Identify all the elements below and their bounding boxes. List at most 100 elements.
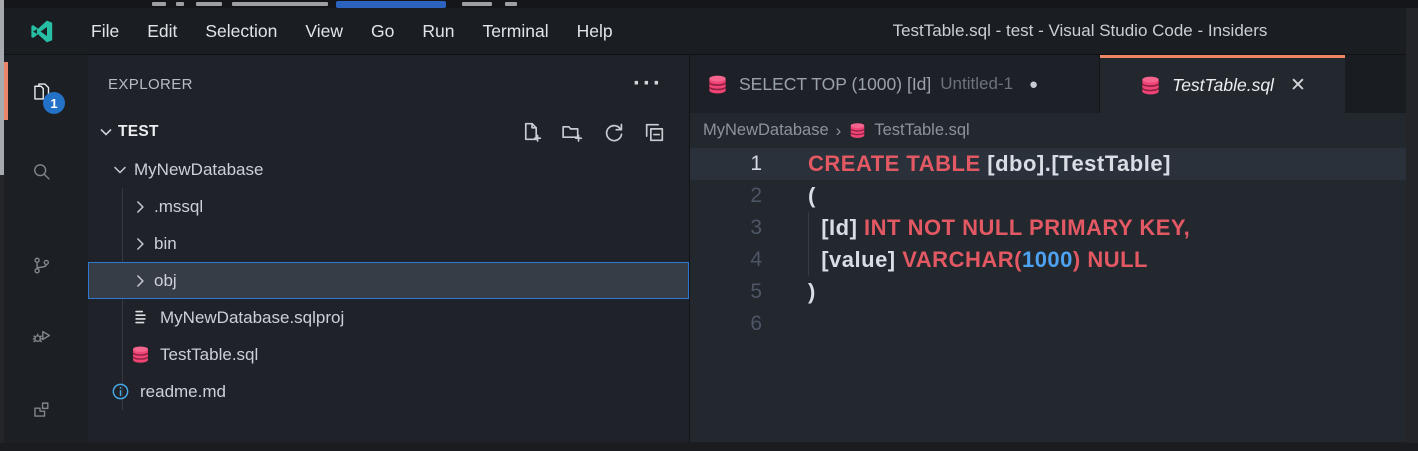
sqlproj-icon <box>130 307 151 328</box>
background-fragment <box>505 2 517 6</box>
editor-tab-select-top-1000-id-[interactable]: SELECT TOP (1000) [Id] Untitled-1 ● <box>690 55 1100 113</box>
code-token: 1000 <box>1022 247 1073 272</box>
menu-item-run[interactable]: Run <box>408 15 468 48</box>
tab-title: SELECT TOP (1000) [Id] <box>739 74 931 95</box>
database-icon <box>848 121 867 140</box>
code-text: CREATE TABLE [dbo].[TestTable] <box>808 148 1171 180</box>
screenshot-canvas: FileEditSelectionViewGoRunTerminalHelp T… <box>0 0 1418 451</box>
menu-item-edit[interactable]: Edit <box>133 15 191 48</box>
vscode-insiders-logo-icon <box>28 18 55 45</box>
tab-bar-filler <box>1345 55 1406 113</box>
background-window-sliver <box>0 0 1418 8</box>
code-token: VARCHAR( <box>902 247 1022 272</box>
tree-item-obj[interactable]: obj <box>88 262 689 299</box>
tree-item-testtable-sql[interactable]: TestTable.sql <box>88 336 689 373</box>
file-tree: MyNewDatabase .mssql bin obj MyNewDatabase.s… <box>88 151 689 410</box>
tree-item-readme-md[interactable]: readme.md <box>88 373 689 410</box>
tab-description: Untitled-1 <box>940 74 1013 94</box>
tree-item-label: .mssql <box>154 197 203 217</box>
line-number: 6 <box>690 308 775 340</box>
editor-tab-bar: SELECT TOP (1000) [Id] Untitled-1 ● TestTab… <box>690 55 1406 113</box>
menu-item-go[interactable]: Go <box>357 15 408 48</box>
breadcrumb-item-testtable-sql[interactable]: TestTable.sql <box>848 121 969 140</box>
tree-item-label: obj <box>154 271 177 291</box>
line-number: 4 <box>690 244 775 276</box>
menu-item-help[interactable]: Help <box>563 15 627 48</box>
breadcrumb-item-mynewdatabase[interactable]: MyNewDatabase <box>703 121 829 140</box>
activity-item-source-control[interactable] <box>4 241 88 289</box>
new-folder-icon <box>560 132 585 149</box>
chevron-right-icon <box>130 197 150 217</box>
extensions-icon <box>31 399 52 420</box>
code-line-5[interactable]: 5) <box>690 276 1406 308</box>
menu-item-file[interactable]: File <box>77 15 133 48</box>
editor-indent-guide <box>808 212 809 276</box>
collapse-all-icon <box>642 132 667 149</box>
background-fragment-blue <box>336 1 446 8</box>
tab-title: TestTable.sql <box>1172 75 1274 96</box>
code-line-2[interactable]: 2( <box>690 180 1406 212</box>
code-text: ( <box>808 180 816 212</box>
source-control-icon <box>31 255 52 276</box>
database-icon <box>1139 74 1162 97</box>
workspace-name: TEST <box>118 123 159 141</box>
line-number: 5 <box>690 276 775 308</box>
vscode-window: FileEditSelectionViewGoRunTerminalHelp T… <box>4 8 1406 443</box>
code-token: [value] <box>808 247 902 272</box>
tree-item-mynewdatabase[interactable]: MyNewDatabase <box>88 151 689 188</box>
action-new-file[interactable] <box>519 120 544 145</box>
code-token: ) <box>1073 247 1081 272</box>
section-actions <box>519 120 667 145</box>
chevron-right-icon <box>130 234 150 254</box>
modified-dot-icon: ● <box>1029 76 1038 93</box>
action-refresh[interactable] <box>601 120 626 145</box>
search-icon <box>31 161 52 182</box>
editor-tab-testtable-sql[interactable]: TestTable.sql ✕ <box>1100 55 1345 113</box>
new-file-icon <box>519 132 544 149</box>
tree-item-bin[interactable]: bin <box>88 225 689 262</box>
code-line-3[interactable]: 3 [Id] INT NOT NULL PRIMARY KEY, <box>690 212 1406 244</box>
code-text: ) <box>808 276 816 308</box>
menu-item-view[interactable]: View <box>291 15 357 48</box>
code-token: ( <box>808 183 816 208</box>
line-number: 2 <box>690 180 775 212</box>
code-token: ) <box>808 279 816 304</box>
activity-item-run-debug[interactable] <box>4 311 88 359</box>
chevron-down-icon <box>96 122 116 142</box>
tree-item-label: TestTable.sql <box>160 345 258 365</box>
breadcrumb-label: TestTable.sql <box>874 121 969 140</box>
database-icon <box>706 73 729 96</box>
activity-item-extensions[interactable] <box>4 385 88 433</box>
tree-item-label: readme.md <box>140 382 226 402</box>
code-line-6[interactable]: 6 <box>690 308 1406 340</box>
breadcrumb-separator-icon: › <box>836 121 842 141</box>
more-actions-icon[interactable]: ··· <box>633 79 663 89</box>
menu-item-selection[interactable]: Selection <box>191 15 291 48</box>
tree-item--mssql[interactable]: .mssql <box>88 188 689 225</box>
code-line-1[interactable]: 1 CREATE TABLE [dbo].[TestTable] <box>690 148 1406 180</box>
activity-item-search[interactable] <box>4 147 88 195</box>
refresh-icon <box>601 132 626 149</box>
tree-item-label: MyNewDatabase.sqlproj <box>160 308 344 328</box>
menu-item-terminal[interactable]: Terminal <box>468 15 562 48</box>
background-fragment <box>176 2 184 6</box>
tree-item-label: MyNewDatabase <box>134 160 263 180</box>
code-token: [Id] <box>808 215 864 240</box>
line-number: 1 <box>690 148 775 180</box>
workspace-section-header[interactable]: TEST <box>88 113 689 151</box>
action-new-folder[interactable] <box>560 120 585 145</box>
code-editor[interactable]: 1CREATE TABLE [dbo].[TestTable]2(3 [Id] … <box>690 148 1406 442</box>
sidebar-header: EXPLORER ··· <box>88 55 689 113</box>
activity-item-explorer[interactable]: 1 <box>4 67 88 115</box>
tree-item-label: bin <box>154 234 177 254</box>
breadcrumb-label: MyNewDatabase <box>703 121 829 140</box>
action-collapse-all[interactable] <box>642 120 667 145</box>
code-line-4[interactable]: 4 [value] VARCHAR(1000) NULL <box>690 244 1406 276</box>
close-icon[interactable]: ✕ <box>1290 74 1306 97</box>
chevron-right-icon <box>130 271 150 291</box>
activity-bar: 1 <box>4 55 88 442</box>
code-text: [value] VARCHAR(1000) NULL <box>808 244 1148 276</box>
window-title: TestTable.sql - test - Visual Studio Cod… <box>893 21 1268 41</box>
breadcrumb: MyNewDatabase › TestTable.sql <box>690 113 1406 148</box>
tree-item-mynewdatabase-sqlproj[interactable]: MyNewDatabase.sqlproj <box>88 299 689 336</box>
